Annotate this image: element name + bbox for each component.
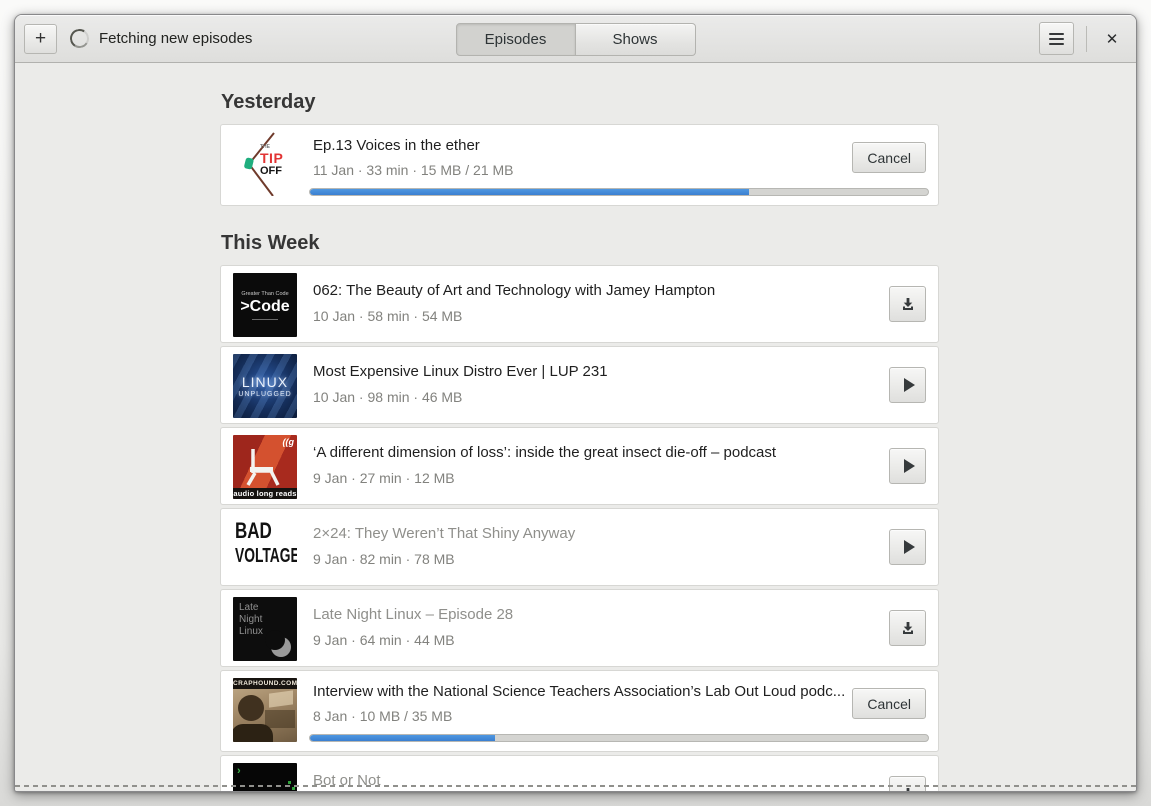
- artwork-rule: [252, 318, 278, 320]
- download-icon: [902, 622, 913, 634]
- episode-meta: 9 Jan · 27 min · 12 MB: [313, 470, 455, 486]
- cancel-download-button[interactable]: Cancel: [852, 142, 926, 173]
- artwork-shape: [238, 695, 264, 721]
- episode-title: Bot or Not: [313, 772, 381, 789]
- download-button[interactable]: [889, 776, 926, 791]
- episodes-list: Yesterday THE TIP OFF Ep.13 Voices in th…: [220, 63, 939, 791]
- artwork-text: BAD: [235, 518, 272, 544]
- episode-info: ‘A different dimension of loss’: inside …: [313, 435, 889, 497]
- loading-spinner-icon: [68, 27, 91, 50]
- episodes-scroll-view[interactable]: Yesterday THE TIP OFF Ep.13 Voices in th…: [15, 63, 1136, 791]
- status-text: Fetching new episodes: [99, 30, 253, 47]
- podcast-artwork: Greater Than Code >Code: [233, 273, 297, 337]
- episode-row: THE TIP OFF Ep.13 Voices in the ether 11…: [220, 124, 939, 206]
- view-switcher: Episodes Shows: [455, 23, 696, 56]
- episode-info: Late Night Linux – Episode 28 9 Jan · 64…: [313, 597, 889, 659]
- podcasts-app-window: + Fetching new episodes Episodes Shows ✕…: [14, 14, 1137, 792]
- artwork-text: ›: [237, 765, 241, 777]
- artwork-text: TIP: [260, 150, 284, 166]
- episode-info: 062: The Beauty of Art and Technology wi…: [313, 273, 889, 335]
- episode-meta: 8 Jan · 10 MB / 35 MB: [313, 708, 453, 724]
- artwork-text: LINUX: [241, 373, 289, 390]
- play-button[interactable]: [889, 448, 926, 484]
- episode-title: Interview with the National Science Teac…: [313, 683, 846, 700]
- header-right-controls: ✕: [1039, 22, 1127, 55]
- artwork-text: CRAPHOUND.COM: [233, 678, 297, 689]
- close-window-button[interactable]: ✕: [1097, 24, 1127, 54]
- play-icon: [903, 378, 915, 392]
- download-progress-fill: [310, 735, 496, 741]
- podcast-artwork: CRAPHOUND.COM: [233, 678, 297, 742]
- episode-meta: 11 Jan · 33 min · 15 MB / 21 MB: [313, 162, 514, 178]
- episode-title: ‘A different dimension of loss’: inside …: [313, 444, 777, 461]
- scroll-undershoot-indicator: [15, 785, 1136, 787]
- episode-title: Most Expensive Linux Distro Ever | LUP 2…: [313, 363, 608, 380]
- section-heading: Yesterday: [221, 91, 316, 113]
- moon-art: [265, 630, 291, 657]
- play-button[interactable]: [889, 529, 926, 565]
- download-button[interactable]: [889, 286, 926, 322]
- add-podcast-button[interactable]: +: [24, 23, 57, 54]
- podcast-artwork: THE TIP OFF: [233, 132, 297, 196]
- artwork-shape: [288, 781, 291, 784]
- episode-row: Greater Than Code >Code 062: The Beauty …: [220, 265, 939, 343]
- episode-row: CRAPHOUND.COM Interview with the Nationa…: [220, 670, 939, 752]
- tab-shows[interactable]: Shows: [575, 23, 696, 56]
- artwork-text: >Code: [240, 297, 290, 315]
- episode-row: LINUX UNPLUGGED Most Expensive Linux Dis…: [220, 346, 939, 424]
- episode-row: ((g audio long reads ‘A different dimens…: [220, 427, 939, 505]
- artwork-shape: [269, 690, 293, 708]
- download-button[interactable]: [889, 610, 926, 646]
- episode-meta: 9 Jan · 64 min · 44 MB: [313, 632, 455, 648]
- download-progress-fill: [310, 189, 749, 195]
- artwork-text: Night: [239, 614, 263, 625]
- episode-title: 2×24: They Weren’t That Shiny Anyway: [313, 525, 576, 542]
- episode-meta: 10 Jan · 98 min · 46 MB: [313, 389, 463, 405]
- play-icon: [903, 459, 915, 473]
- episode-row: BAD VOLTAGE 2×24: They Weren’t That Shin…: [220, 508, 939, 586]
- podcast-artwork: Late Night Linux: [233, 597, 297, 661]
- section-heading: This Week: [221, 232, 320, 254]
- header-separator: [1086, 25, 1087, 52]
- artwork-text: audio long reads: [233, 488, 297, 499]
- artwork-text: OFF: [260, 165, 282, 177]
- artwork-text: ((g: [282, 437, 295, 447]
- podcast-artwork: LINUX UNPLUGGED: [233, 354, 297, 418]
- artwork-shape: [233, 724, 273, 742]
- artwork-text: Late: [239, 602, 259, 613]
- tab-episodes[interactable]: Episodes: [455, 23, 576, 56]
- podcast-artwork: BAD VOLTAGE: [233, 516, 297, 580]
- menu-button[interactable]: [1039, 22, 1074, 55]
- episode-title: Late Night Linux – Episode 28: [313, 606, 514, 623]
- cancel-download-button[interactable]: Cancel: [852, 688, 926, 719]
- artwork-text: Greater Than Code: [241, 290, 289, 297]
- episode-meta: 9 Jan · 82 min · 78 MB: [313, 551, 455, 567]
- download-progressbar: [309, 734, 929, 742]
- download-icon: [902, 298, 913, 310]
- episode-title: 062: The Beauty of Art and Technology wi…: [313, 282, 716, 299]
- hamburger-icon: [1049, 37, 1064, 40]
- podcast-artwork: ((g audio long reads: [233, 435, 297, 499]
- episode-row: Late Night Linux Late Night Linux – Epis…: [220, 589, 939, 667]
- episode-info: 2×24: They Weren’t That Shiny Anyway 9 J…: [313, 516, 889, 578]
- artwork-shape: [265, 710, 295, 728]
- play-button[interactable]: [889, 367, 926, 403]
- header-bar: + Fetching new episodes Episodes Shows ✕: [15, 15, 1136, 63]
- play-icon: [903, 540, 915, 554]
- episode-meta: 10 Jan · 58 min · 54 MB: [313, 308, 463, 324]
- download-progressbar: [309, 188, 929, 196]
- artwork-text: VOLTAGE: [235, 544, 297, 568]
- artwork-text: UNPLUGGED: [238, 390, 292, 398]
- episode-title: Ep.13 Voices in the ether: [313, 137, 480, 154]
- episode-info: Most Expensive Linux Distro Ever | LUP 2…: [313, 354, 889, 416]
